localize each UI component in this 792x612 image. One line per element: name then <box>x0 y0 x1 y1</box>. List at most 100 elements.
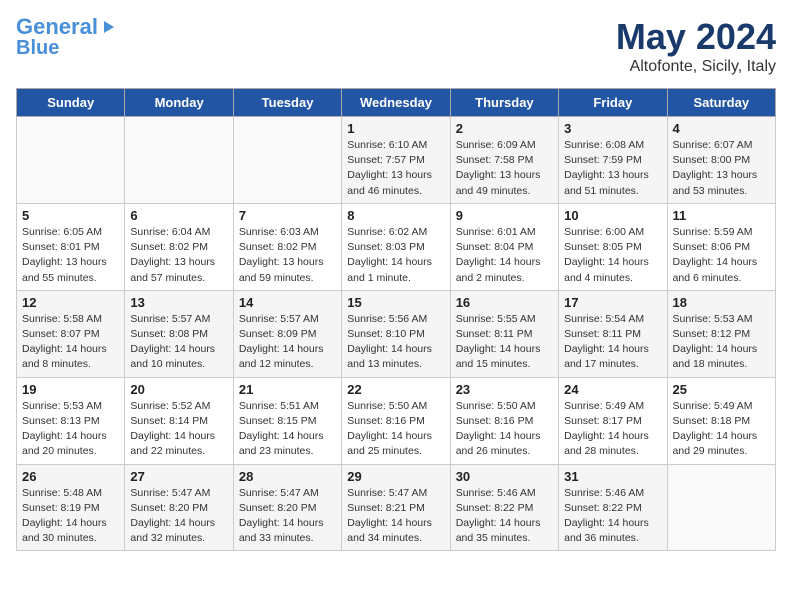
calendar-week-5: 26 Sunrise: 5:48 AM Sunset: 8:19 PM Dayli… <box>17 464 776 551</box>
calendar-cell: 18Sunrise: 5:53 AM Sunset: 8:12 PM Dayli… <box>667 290 775 377</box>
day-detail: Sunrise: 5:48 AM Sunset: 8:19 PM Dayligh… <box>22 486 119 547</box>
day-number: 11 <box>673 208 770 223</box>
day-detail: Sunrise: 5:47 AM Sunset: 8:20 PM Dayligh… <box>130 486 227 547</box>
calendar-week-1: 1 Sunrise: 6:10 AM Sunset: 7:57 PM Daylig… <box>17 117 776 204</box>
calendar-cell: 25 Sunrise: 5:49 AM Sunset: 8:18 PM Dayli… <box>667 377 775 464</box>
day-number: 22 <box>347 382 444 397</box>
day-number: 26 <box>22 469 119 484</box>
day-detail: Sunrise: 5:46 AM Sunset: 8:22 PM Dayligh… <box>564 486 661 547</box>
day-detail: Sunrise: 5:46 AM Sunset: 8:22 PM Dayligh… <box>456 486 553 547</box>
calendar-cell: 16 Sunrise: 5:55 AM Sunset: 8:11 PM Dayli… <box>450 290 558 377</box>
day-detail: Sunrise: 5:51 AM Sunset: 8:15 PM Dayligh… <box>239 399 336 460</box>
day-detail: Sunrise: 5:53 AM Sunset: 8:13 PM Dayligh… <box>22 399 119 460</box>
day-number: 20 <box>130 382 227 397</box>
day-detail: Sunrise: 6:10 AM Sunset: 7:57 PM Dayligh… <box>347 138 444 199</box>
day-number: 19 <box>22 382 119 397</box>
day-detail: Sunrise: 5:49 AM Sunset: 8:17 PM Dayligh… <box>564 399 661 460</box>
day-number: 13 <box>130 295 227 310</box>
day-detail: Sunrise: 6:04 AM Sunset: 8:02 PM Dayligh… <box>130 225 227 286</box>
day-number: 16 <box>456 295 553 310</box>
day-detail: Sunrise: 5:54 AM Sunset: 8:11 PM Dayligh… <box>564 312 661 373</box>
day-detail: Sunrise: 6:07 AM Sunset: 8:00 PM Dayligh… <box>673 138 770 199</box>
calendar-cell: 31 Sunrise: 5:46 AM Sunset: 8:22 PM Dayli… <box>559 464 667 551</box>
logo-blue: Blue <box>16 38 59 58</box>
day-detail: Sunrise: 5:56 AM Sunset: 8:10 PM Dayligh… <box>347 312 444 373</box>
day-number: 17 <box>564 295 661 310</box>
day-number: 30 <box>456 469 553 484</box>
weekday-header-saturday: Saturday <box>667 89 775 117</box>
calendar-cell: 29Sunrise: 5:47 AM Sunset: 8:21 PM Dayli… <box>342 464 450 551</box>
day-detail: Sunrise: 5:50 AM Sunset: 8:16 PM Dayligh… <box>456 399 553 460</box>
day-detail: Sunrise: 5:49 AM Sunset: 8:18 PM Dayligh… <box>673 399 770 460</box>
calendar-cell: 7Sunrise: 6:03 AM Sunset: 8:02 PM Daylig… <box>233 203 341 290</box>
day-number: 15 <box>347 295 444 310</box>
day-number: 6 <box>130 208 227 223</box>
day-number: 31 <box>564 469 661 484</box>
day-detail: Sunrise: 6:05 AM Sunset: 8:01 PM Dayligh… <box>22 225 119 286</box>
day-number: 2 <box>456 121 553 136</box>
day-detail: Sunrise: 5:53 AM Sunset: 8:12 PM Dayligh… <box>673 312 770 373</box>
calendar-cell: 22Sunrise: 5:50 AM Sunset: 8:16 PM Dayli… <box>342 377 450 464</box>
calendar-cell: 8Sunrise: 6:02 AM Sunset: 8:03 PM Daylig… <box>342 203 450 290</box>
calendar-cell: 13 Sunrise: 5:57 AM Sunset: 8:08 PM Dayli… <box>125 290 233 377</box>
calendar-cell: 23 Sunrise: 5:50 AM Sunset: 8:16 PM Dayli… <box>450 377 558 464</box>
calendar-cell: 10 Sunrise: 6:00 AM Sunset: 8:05 PM Dayli… <box>559 203 667 290</box>
logo-general: General <box>16 14 98 39</box>
weekday-header-wednesday: Wednesday <box>342 89 450 117</box>
day-detail: Sunrise: 5:57 AM Sunset: 8:08 PM Dayligh… <box>130 312 227 373</box>
day-detail: Sunrise: 6:01 AM Sunset: 8:04 PM Dayligh… <box>456 225 553 286</box>
calendar-cell: 27 Sunrise: 5:47 AM Sunset: 8:20 PM Dayli… <box>125 464 233 551</box>
weekday-header-sunday: Sunday <box>17 89 125 117</box>
day-detail: Sunrise: 6:00 AM Sunset: 8:05 PM Dayligh… <box>564 225 661 286</box>
calendar-cell: 12 Sunrise: 5:58 AM Sunset: 8:07 PM Dayli… <box>17 290 125 377</box>
weekday-header-monday: Monday <box>125 89 233 117</box>
day-detail: Sunrise: 5:57 AM Sunset: 8:09 PM Dayligh… <box>239 312 336 373</box>
day-number: 3 <box>564 121 661 136</box>
month-title: May 2024 <box>616 16 776 58</box>
calendar-cell <box>17 117 125 204</box>
page-header: General Blue May 2024 Altofonte, Sicily,… <box>16 16 776 76</box>
calendar-week-3: 12 Sunrise: 5:58 AM Sunset: 8:07 PM Dayli… <box>17 290 776 377</box>
calendar-cell: 26 Sunrise: 5:48 AM Sunset: 8:19 PM Dayli… <box>17 464 125 551</box>
title-area: May 2024 Altofonte, Sicily, Italy <box>616 16 776 76</box>
day-number: 28 <box>239 469 336 484</box>
day-detail: Sunrise: 5:58 AM Sunset: 8:07 PM Dayligh… <box>22 312 119 373</box>
day-number: 27 <box>130 469 227 484</box>
weekday-header-row: SundayMondayTuesdayWednesdayThursdayFrid… <box>17 89 776 117</box>
weekday-header-friday: Friday <box>559 89 667 117</box>
day-detail: Sunrise: 5:52 AM Sunset: 8:14 PM Dayligh… <box>130 399 227 460</box>
day-number: 9 <box>456 208 553 223</box>
day-number: 8 <box>347 208 444 223</box>
day-number: 25 <box>673 382 770 397</box>
weekday-header-tuesday: Tuesday <box>233 89 341 117</box>
calendar-cell: 30 Sunrise: 5:46 AM Sunset: 8:22 PM Dayli… <box>450 464 558 551</box>
calendar-cell: 17 Sunrise: 5:54 AM Sunset: 8:11 PM Dayli… <box>559 290 667 377</box>
calendar-cell: 9 Sunrise: 6:01 AM Sunset: 8:04 PM Daylig… <box>450 203 558 290</box>
day-number: 23 <box>456 382 553 397</box>
location: Altofonte, Sicily, Italy <box>616 58 776 76</box>
day-detail: Sunrise: 5:55 AM Sunset: 8:11 PM Dayligh… <box>456 312 553 373</box>
day-number: 29 <box>347 469 444 484</box>
day-detail: Sunrise: 6:08 AM Sunset: 7:59 PM Dayligh… <box>564 138 661 199</box>
calendar-cell: 14 Sunrise: 5:57 AM Sunset: 8:09 PM Dayli… <box>233 290 341 377</box>
day-detail: Sunrise: 6:09 AM Sunset: 7:58 PM Dayligh… <box>456 138 553 199</box>
calendar-cell <box>667 464 775 551</box>
calendar-cell: 3 Sunrise: 6:08 AM Sunset: 7:59 PM Daylig… <box>559 117 667 204</box>
day-number: 21 <box>239 382 336 397</box>
day-number: 7 <box>239 208 336 223</box>
logo-text: General <box>16 16 98 38</box>
calendar-cell: 2 Sunrise: 6:09 AM Sunset: 7:58 PM Daylig… <box>450 117 558 204</box>
calendar-week-2: 5Sunrise: 6:05 AM Sunset: 8:01 PM Daylig… <box>17 203 776 290</box>
calendar-cell: 15 Sunrise: 5:56 AM Sunset: 8:10 PM Dayli… <box>342 290 450 377</box>
calendar-cell: 20 Sunrise: 5:52 AM Sunset: 8:14 PM Dayli… <box>125 377 233 464</box>
day-detail: Sunrise: 5:47 AM Sunset: 8:20 PM Dayligh… <box>239 486 336 547</box>
weekday-header-thursday: Thursday <box>450 89 558 117</box>
day-number: 12 <box>22 295 119 310</box>
day-detail: Sunrise: 5:59 AM Sunset: 8:06 PM Dayligh… <box>673 225 770 286</box>
day-number: 1 <box>347 121 444 136</box>
calendar-cell: 1 Sunrise: 6:10 AM Sunset: 7:57 PM Daylig… <box>342 117 450 204</box>
day-number: 10 <box>564 208 661 223</box>
calendar-cell: 11 Sunrise: 5:59 AM Sunset: 8:06 PM Dayli… <box>667 203 775 290</box>
calendar-cell: 28 Sunrise: 5:47 AM Sunset: 8:20 PM Dayli… <box>233 464 341 551</box>
day-number: 14 <box>239 295 336 310</box>
